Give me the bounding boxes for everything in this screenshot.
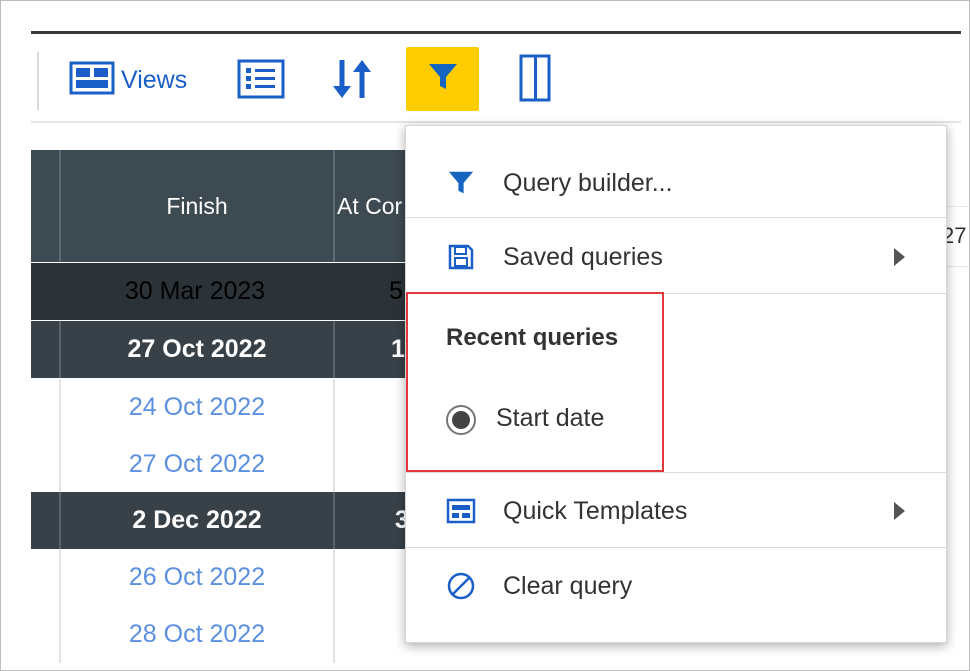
finish-cell: 2 Dec 2022 [59,492,333,549]
table-row[interactable]: 30 Mar 2023 5 [31,263,451,320]
clear-icon [444,569,478,603]
filter-button[interactable] [406,47,479,111]
filter-icon [428,62,458,97]
recent-query-start-date[interactable]: Start date [496,404,604,433]
menu-item-label: Saved queries [503,242,663,271]
table-row[interactable]: 2 Dec 2022 3 [31,492,451,549]
menu-item-label: Clear query [503,571,633,600]
finish-cell[interactable]: 26 Oct 2022 [59,549,333,606]
app-frame: Views Finish At Cor 30 Mar 2023 5 27 Oct… [0,0,970,671]
menu-divider [406,547,946,548]
table-row[interactable]: 27 Oct 2022 1 [31,321,451,378]
toolbar-divider [37,52,39,110]
toolbar-underline [31,121,961,123]
menu-item-saved-queries[interactable]: Saved queries [406,220,946,294]
views-label: Views [121,65,188,94]
menu-item-label: Query builder... [503,168,673,197]
list-button[interactable] [237,59,285,104]
table-row[interactable]: 24 Oct 2022 [31,379,451,436]
filter-menu: Query builder... Saved queries Recent qu… [405,125,947,643]
column-header-finish[interactable]: Finish [59,150,333,262]
views-icon [69,61,115,100]
template-icon [444,494,478,528]
table-row[interactable]: 27 Oct 2022 [31,436,451,493]
grid-header: Finish At Cor [31,150,451,262]
save-icon [444,240,478,274]
recent-queries-section: Recent queries Start date [406,292,664,472]
chevron-right-icon [894,248,905,266]
sort-icon [331,56,373,107]
menu-item-query-builder[interactable]: Query builder... [406,146,946,220]
finish-cell: 27 Oct 2022 [59,321,333,378]
finish-cell: 30 Mar 2023 [124,277,266,305]
menu-item-clear-query[interactable]: Clear query [406,549,946,623]
menu-divider [406,472,946,473]
toolbar: Views [31,34,961,124]
columns-button[interactable] [519,54,551,107]
radio-dot [452,411,470,429]
menu-divider [406,217,946,218]
list-icon [237,59,285,104]
table-row[interactable]: 28 Oct 2022 [31,606,451,663]
finish-cell[interactable]: 24 Oct 2022 [59,379,333,436]
filter-icon [444,166,478,200]
sort-button[interactable] [331,56,373,107]
views-button[interactable]: Views [69,60,187,100]
menu-item-label: Quick Templates [503,496,688,525]
table-row[interactable]: 26 Oct 2022 [31,549,451,606]
columns-icon [519,54,551,107]
finish-cell[interactable]: 28 Oct 2022 [59,606,333,663]
finish-cell[interactable]: 27 Oct 2022 [59,436,333,493]
recent-queries-title: Recent queries [446,324,619,351]
radio-button[interactable] [446,405,476,435]
chevron-right-icon [894,502,905,520]
menu-item-quick-templates[interactable]: Quick Templates [406,474,946,548]
